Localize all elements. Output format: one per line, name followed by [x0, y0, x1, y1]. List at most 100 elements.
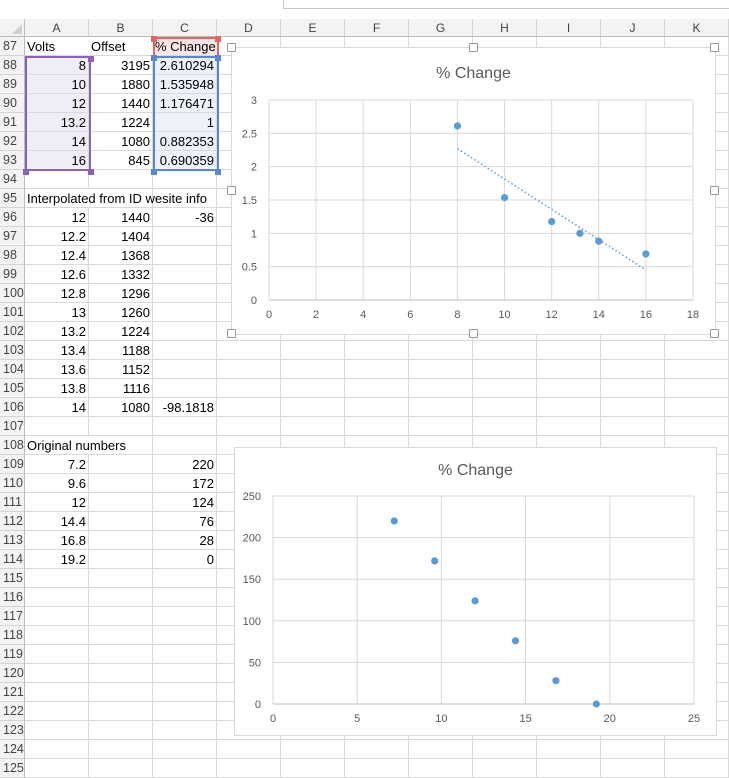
cell-f103[interactable]: [345, 341, 409, 360]
cell-a92[interactable]: 14: [25, 132, 89, 151]
chart-resize-handle[interactable]: [468, 43, 478, 52]
cell-a93[interactable]: 16: [25, 151, 89, 170]
row-header[interactable]: 101: [0, 303, 25, 322]
row-header[interactable]: 93: [0, 151, 25, 170]
cell-c92[interactable]: 0.882353: [153, 132, 217, 151]
cell-b118[interactable]: [89, 626, 153, 645]
cell-i104[interactable]: [537, 360, 601, 379]
cell-e104[interactable]: [281, 360, 345, 379]
chart-resize-handle[interactable]: [227, 43, 236, 52]
data-point[interactable]: [592, 700, 600, 708]
cell-k125[interactable]: [665, 759, 729, 778]
cell-h104[interactable]: [473, 360, 537, 379]
cell-c109[interactable]: 220: [153, 455, 217, 474]
cell-i107[interactable]: [537, 417, 601, 436]
cell-f105[interactable]: [345, 379, 409, 398]
row-header[interactable]: 94: [0, 170, 25, 189]
row-header[interactable]: 112: [0, 512, 25, 531]
cell-c96[interactable]: -36: [153, 208, 217, 227]
cell-d103[interactable]: [217, 341, 281, 360]
row-header[interactable]: 109: [0, 455, 25, 474]
row-header[interactable]: 125: [0, 759, 25, 778]
cell-a90[interactable]: 12: [25, 94, 89, 113]
cell-b121[interactable]: [89, 683, 153, 702]
row-header[interactable]: 98: [0, 246, 25, 265]
cell-k124[interactable]: [665, 740, 729, 759]
cell-a100[interactable]: 12.8: [25, 284, 89, 303]
cell-a98[interactable]: 12.4: [25, 246, 89, 265]
cell-b87[interactable]: Offset: [89, 37, 153, 56]
cell-c99[interactable]: [153, 265, 217, 284]
row-header[interactable]: 117: [0, 607, 25, 626]
row-header[interactable]: 111: [0, 493, 25, 512]
cell-h106[interactable]: [473, 398, 537, 417]
cell-d105[interactable]: [217, 379, 281, 398]
selection-handle[interactable]: [88, 169, 94, 175]
cell-a109[interactable]: 7.2: [25, 455, 89, 474]
cell-f104[interactable]: [345, 360, 409, 379]
cell-b119[interactable]: [89, 645, 153, 664]
cell-h105[interactable]: [473, 379, 537, 398]
cell-k106[interactable]: [665, 398, 729, 417]
cell-c116[interactable]: [153, 588, 217, 607]
cell-k107[interactable]: [665, 417, 729, 436]
cell-b99[interactable]: 1332: [89, 265, 153, 284]
data-point[interactable]: [595, 237, 603, 245]
cell-b122[interactable]: [89, 702, 153, 721]
cell-c124[interactable]: [153, 740, 217, 759]
cell-b88[interactable]: 3195: [89, 56, 153, 75]
cell-c93[interactable]: 0.690359: [153, 151, 217, 170]
cell-k103[interactable]: [665, 341, 729, 360]
chart-resize-handle[interactable]: [710, 43, 719, 52]
cell-c125[interactable]: [153, 759, 217, 778]
cell-a104[interactable]: 13.6: [25, 360, 89, 379]
cell-c111[interactable]: 124: [153, 493, 217, 512]
cell-e105[interactable]: [281, 379, 345, 398]
selection-handle[interactable]: [151, 169, 157, 175]
cell-a122[interactable]: [25, 702, 89, 721]
row-header[interactable]: 100: [0, 284, 25, 303]
cell-a97[interactable]: 12.2: [25, 227, 89, 246]
cell-f125[interactable]: [345, 759, 409, 778]
cell-i124[interactable]: [537, 740, 601, 759]
cell-g106[interactable]: [409, 398, 473, 417]
cell-c101[interactable]: [153, 303, 217, 322]
row-header[interactable]: 119: [0, 645, 25, 664]
cell-c112[interactable]: 76: [153, 512, 217, 531]
cell-b110[interactable]: [89, 474, 153, 493]
selection-handle[interactable]: [215, 36, 221, 42]
selection-handle[interactable]: [151, 36, 157, 42]
data-point[interactable]: [548, 217, 556, 226]
cell-a120[interactable]: [25, 664, 89, 683]
cell-a123[interactable]: [25, 721, 89, 740]
row-header[interactable]: 118: [0, 626, 25, 645]
cell-a105[interactable]: 13.8: [25, 379, 89, 398]
data-point[interactable]: [431, 557, 439, 565]
cell-h125[interactable]: [473, 759, 537, 778]
cell-j103[interactable]: [601, 341, 665, 360]
row-header[interactable]: 89: [0, 75, 25, 94]
column-header-a[interactable]: A: [25, 19, 89, 37]
column-header-h[interactable]: H: [473, 19, 537, 37]
column-header-i[interactable]: I: [537, 19, 601, 37]
data-point[interactable]: [390, 517, 398, 525]
cell-b101[interactable]: 1260: [89, 303, 153, 322]
row-header[interactable]: 92: [0, 132, 25, 151]
cell-b112[interactable]: [89, 512, 153, 531]
cell-b124[interactable]: [89, 740, 153, 759]
chart-percent-change-original[interactable]: % Change 0 5 10 15 20 25 0 50 100 150 200 250: [234, 447, 717, 736]
cell-j125[interactable]: [601, 759, 665, 778]
cell-a102[interactable]: 13.2: [25, 322, 89, 341]
cell-a115[interactable]: [25, 569, 89, 588]
cell-c118[interactable]: [153, 626, 217, 645]
cell-d104[interactable]: [217, 360, 281, 379]
cell-c90[interactable]: 1.176471: [153, 94, 217, 113]
cell-a101[interactable]: 13: [25, 303, 89, 322]
cell-b94[interactable]: [89, 170, 153, 189]
selection-handle[interactable]: [151, 55, 157, 61]
cell-a113[interactable]: 16.8: [25, 531, 89, 550]
cell-i103[interactable]: [537, 341, 601, 360]
row-header[interactable]: 91: [0, 113, 25, 132]
chart-resize-handle[interactable]: [227, 186, 236, 195]
cell-b120[interactable]: [89, 664, 153, 683]
